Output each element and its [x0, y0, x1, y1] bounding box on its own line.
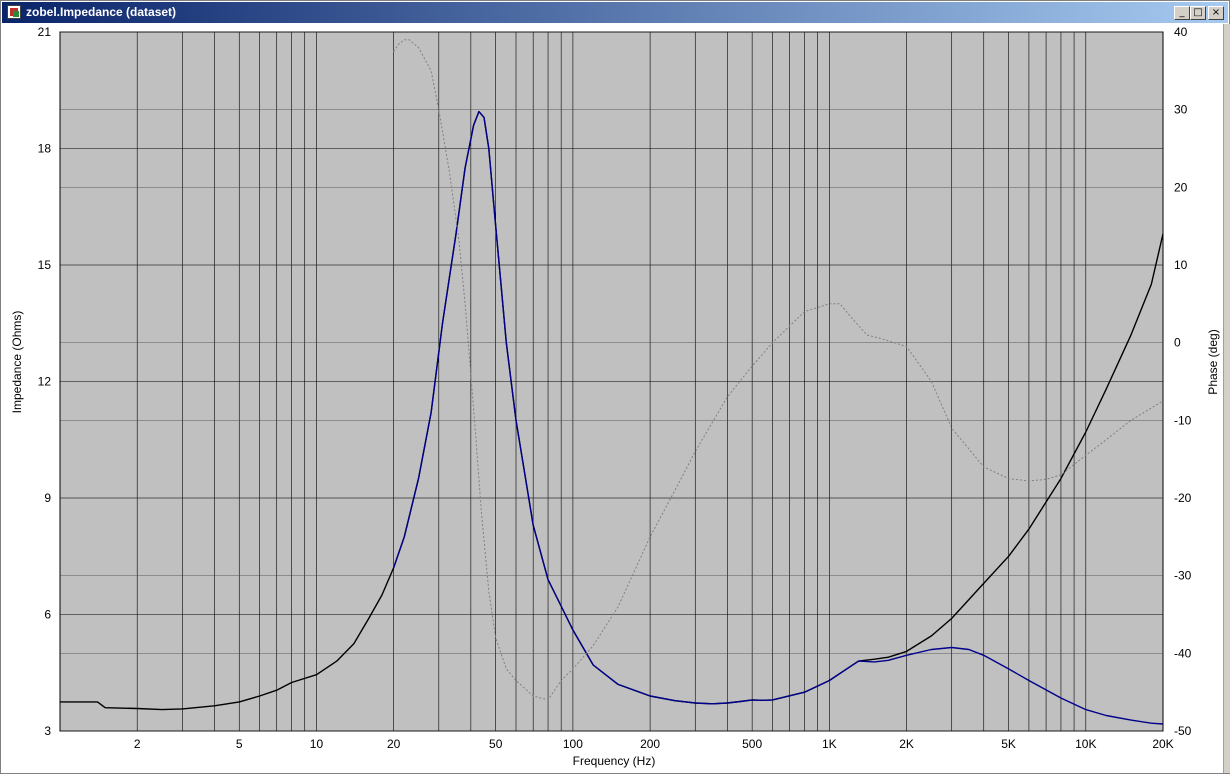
x-tick-labels: 2 5 10 20 50 100 200 500 1K 2K 5K 10K 20K	[134, 737, 1174, 751]
y2-tick-label: 30	[1174, 103, 1188, 117]
y-tick-label: 6	[44, 608, 51, 622]
y-tick-label: 12	[38, 375, 52, 389]
y-axis-label: Impedance (Ohms)	[10, 311, 24, 414]
y2-tick-labels: -50 -40 -30 -20 -10 0 10 20 30 40	[1174, 25, 1192, 738]
y2-tick-label: 20	[1174, 180, 1188, 194]
x-tick-label: 500	[742, 737, 762, 751]
x-tick-label: 5K	[1001, 737, 1016, 751]
x-tick-label: 10	[310, 737, 324, 751]
y2-tick-label: -50	[1174, 724, 1192, 738]
x-tick-label: 5	[236, 737, 243, 751]
x-tick-label: 1K	[822, 737, 837, 751]
y2-tick-label: -20	[1174, 491, 1192, 505]
y2-tick-label: -10	[1174, 413, 1192, 427]
x-tick-label: 2K	[899, 737, 914, 751]
y2-tick-label: 0	[1174, 336, 1181, 350]
y-tick-labels: 3 6 9 12 15 18 21	[38, 25, 52, 738]
x-tick-label: 50	[489, 737, 503, 751]
y2-axis-label: Phase (deg)	[1206, 329, 1220, 394]
y2-tick-label: -30	[1174, 569, 1192, 583]
y-tick-label: 21	[38, 25, 52, 39]
x-tick-label: 20K	[1152, 737, 1173, 751]
x-axis-label: Frequency (Hz)	[573, 754, 656, 768]
x-tick-label: 100	[563, 737, 583, 751]
x-tick-label: 20	[387, 737, 401, 751]
y2-tick-label: -40	[1174, 646, 1192, 660]
y-tick-label: 18	[38, 142, 52, 156]
y-tick-label: 15	[38, 258, 52, 272]
x-tick-label: 10K	[1075, 737, 1096, 751]
x-tick-label: 2	[134, 737, 141, 751]
y-tick-label: 3	[44, 724, 51, 738]
y2-tick-label: 10	[1174, 258, 1188, 272]
x-tick-label: 200	[640, 737, 660, 751]
y2-tick-label: 40	[1174, 25, 1188, 39]
y-tick-label: 9	[44, 491, 51, 505]
impedance-chart: 2 5 10 20 50 100 200 500 1K 2K 5K 10K 20K 3691215182…	[10, 25, 1220, 768]
